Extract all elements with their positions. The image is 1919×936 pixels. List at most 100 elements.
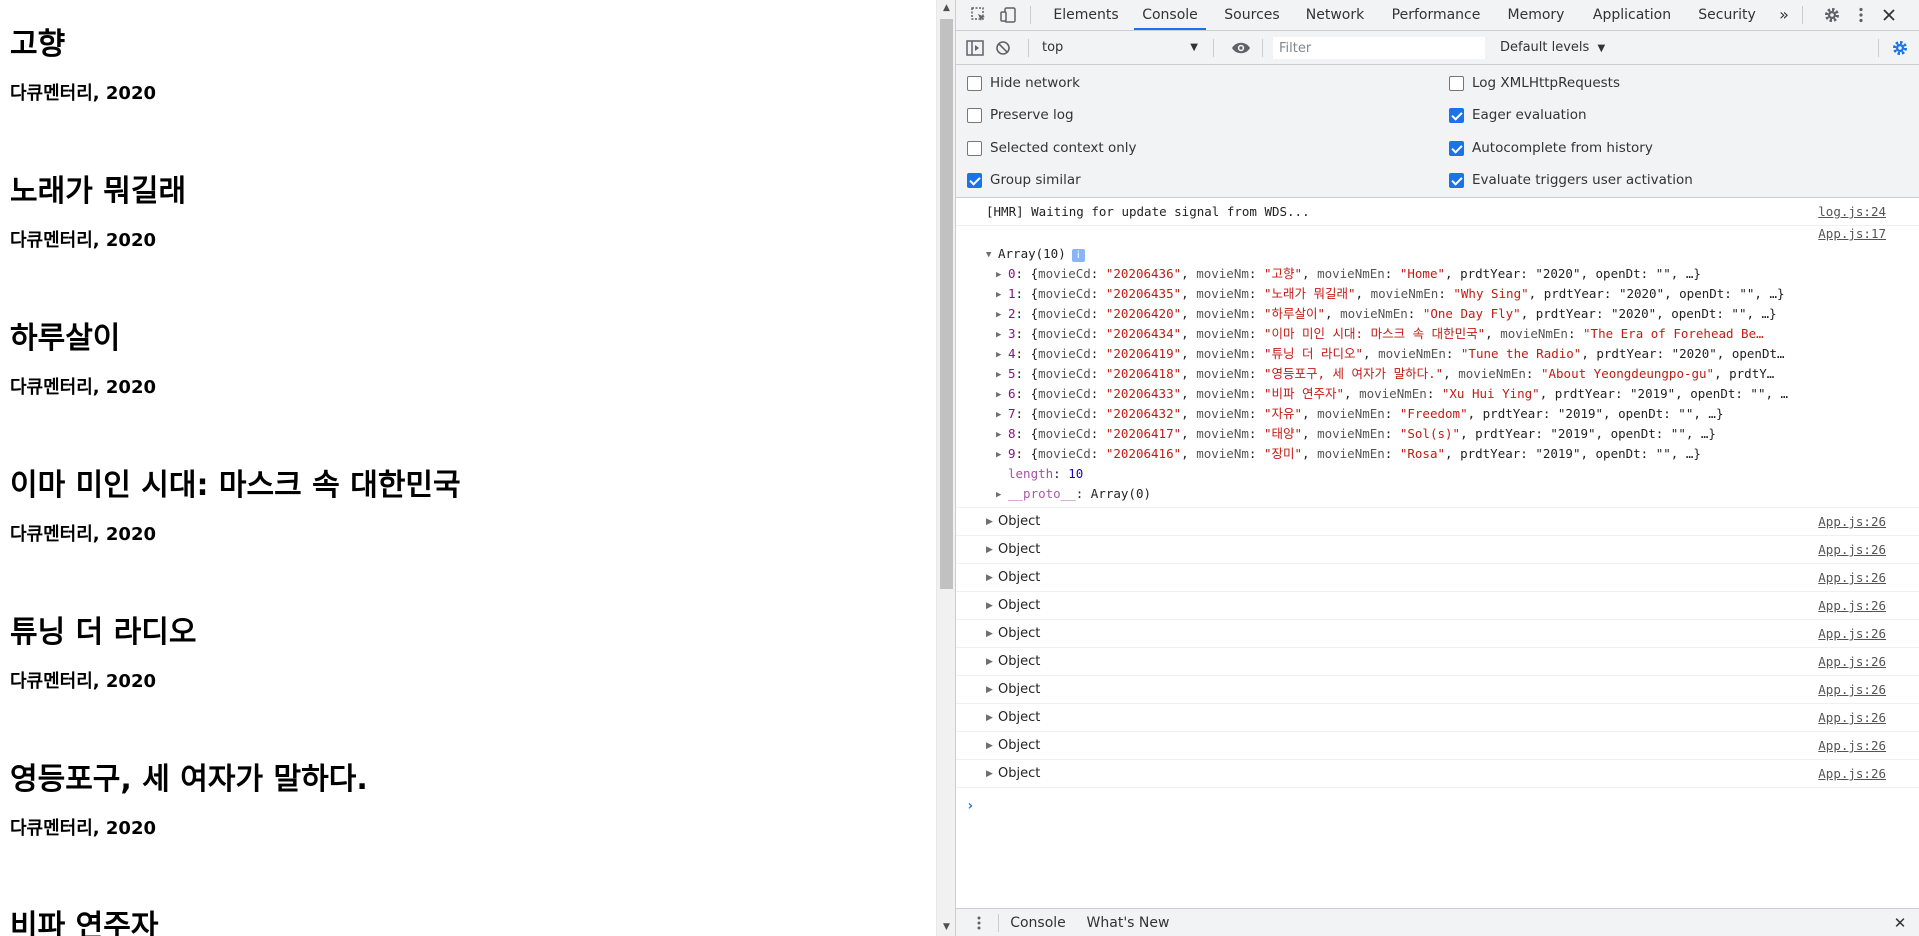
array-row[interactable]: ▶ 8: {movieCd: "20206417", movieNm: "태양",… <box>996 424 1896 444</box>
collapsed-triangle-icon[interactable]: ▶ <box>996 425 1008 444</box>
array-row[interactable]: ▶ 5: {movieCd: "20206418", movieNm: "영등포구… <box>996 364 1896 384</box>
collapsed-triangle-icon[interactable]: ▶ <box>996 305 1008 324</box>
collapsed-triangle-icon[interactable]: ▶ <box>996 325 1008 344</box>
checkbox-box-checked[interactable] <box>1449 107 1464 123</box>
eager-evaluation-checkbox[interactable]: Eager evaluation <box>1449 105 1587 125</box>
context-select[interactable]: top ▼ <box>1042 36 1204 60</box>
source-link[interactable]: App.js:26 <box>1818 570 1886 585</box>
checkbox-box-checked[interactable] <box>1449 140 1464 156</box>
collapsed-triangle-icon[interactable]: ▶ <box>996 385 1008 404</box>
collapsed-triangle-icon[interactable]: ▶ <box>986 713 998 723</box>
console-message-object[interactable]: ▶ Object App.js:26 <box>956 676 1919 704</box>
close-drawer-icon[interactable]: ✕ <box>1890 909 1910 936</box>
scrollbar-thumb[interactable] <box>940 19 953 589</box>
scroll-down-icon[interactable]: ▼ <box>937 919 956 936</box>
checkbox-box[interactable] <box>967 107 982 123</box>
collapsed-triangle-icon[interactable]: ▶ <box>996 265 1008 284</box>
tab-memory[interactable]: Memory <box>1500 0 1572 30</box>
source-link[interactable]: App.js:26 <box>1818 598 1886 613</box>
selected-context-only-checkbox[interactable]: Selected context only <box>967 138 1137 158</box>
checkbox-box[interactable] <box>967 140 982 156</box>
drawer-tab-whats-new[interactable]: What's New <box>1082 909 1174 936</box>
tab-performance[interactable]: Performance <box>1384 0 1488 30</box>
collapsed-triangle-icon[interactable]: ▶ <box>996 485 1008 504</box>
checkbox-box[interactable] <box>1449 75 1464 91</box>
console-prompt[interactable]: › <box>966 798 974 814</box>
tab-application[interactable]: Application <box>1584 0 1680 30</box>
source-link[interactable]: App.js:26 <box>1818 626 1886 641</box>
live-expression-eye-icon[interactable] <box>1228 35 1254 61</box>
collapsed-triangle-icon[interactable]: ▶ <box>986 545 998 555</box>
source-link[interactable]: log.js:24 <box>1818 204 1886 219</box>
filter-input[interactable] <box>1273 37 1485 59</box>
collapsed-triangle-icon[interactable]: ▶ <box>986 657 998 667</box>
array-row[interactable]: ▶ 1: {movieCd: "20206435", movieNm: "노래가 … <box>996 284 1896 304</box>
preserve-log-checkbox[interactable]: Preserve log <box>967 105 1074 125</box>
console-message-object[interactable]: ▶ Object App.js:26 <box>956 592 1919 620</box>
array-header[interactable]: ▼ Array(10) i <box>986 244 1085 264</box>
log-levels-dropdown[interactable]: Default levels ▼ <box>1500 36 1640 60</box>
array-row[interactable]: ▶ 3: {movieCd: "20206434", movieNm: "이마 미… <box>996 324 1896 344</box>
info-icon[interactable]: i <box>1071 249 1085 262</box>
tab-network[interactable]: Network <box>1298 0 1372 30</box>
source-link[interactable]: App.js:26 <box>1818 682 1886 697</box>
tab-elements[interactable]: Elements <box>1048 0 1124 30</box>
console-message-object[interactable]: ▶ Object App.js:26 <box>956 704 1919 732</box>
more-tabs-icon[interactable]: » <box>1774 0 1794 30</box>
autocomplete-from-history-checkbox[interactable]: Autocomplete from history <box>1449 138 1653 158</box>
source-link[interactable]: App.js:26 <box>1818 654 1886 669</box>
console-message-object[interactable]: ▶ Object App.js:26 <box>956 620 1919 648</box>
group-similar-checkbox[interactable]: Group similar <box>967 170 1081 190</box>
log-xmlhttprequests-checkbox[interactable]: Log XMLHttpRequests <box>1449 73 1620 93</box>
close-devtools-icon[interactable] <box>1876 2 1902 28</box>
settings-gear-icon[interactable] <box>1819 2 1845 28</box>
collapsed-triangle-icon[interactable]: ▶ <box>996 285 1008 304</box>
page-scrollbar[interactable]: ▲ ▼ <box>936 0 955 936</box>
collapsed-triangle-icon[interactable]: ▶ <box>996 365 1008 384</box>
array-row[interactable]: ▶ 2: {movieCd: "20206420", movieNm: "하루살이… <box>996 304 1896 324</box>
console-message-object[interactable]: ▶ Object App.js:26 <box>956 732 1919 760</box>
source-link[interactable]: App.js:17 <box>1818 226 1886 241</box>
source-link[interactable]: App.js:26 <box>1818 710 1886 725</box>
scroll-up-icon[interactable]: ▲ <box>937 0 956 17</box>
console-message-object[interactable]: ▶ Object App.js:26 <box>956 508 1919 536</box>
device-toolbar-icon[interactable] <box>996 2 1022 28</box>
collapsed-triangle-icon[interactable]: ▶ <box>986 685 998 695</box>
collapsed-triangle-icon[interactable]: ▶ <box>996 405 1008 424</box>
drawer-tab-console[interactable]: Console <box>1002 909 1074 936</box>
inspect-element-icon[interactable] <box>966 2 992 28</box>
expanded-triangle-icon[interactable]: ▼ <box>986 245 998 265</box>
array-row[interactable]: ▶ 4: {movieCd: "20206419", movieNm: "튜닝 더… <box>996 344 1896 364</box>
array-row[interactable]: ▶ 0: {movieCd: "20206436", movieNm: "고향",… <box>996 264 1896 284</box>
collapsed-triangle-icon[interactable]: ▶ <box>996 445 1008 464</box>
console-message-object[interactable]: ▶ Object App.js:26 <box>956 760 1919 788</box>
clear-console-icon[interactable] <box>990 35 1016 61</box>
source-link[interactable]: App.js:26 <box>1818 514 1886 529</box>
collapsed-triangle-icon[interactable]: ▶ <box>986 741 998 751</box>
array-row[interactable]: ▶ 7: {movieCd: "20206432", movieNm: "자유",… <box>996 404 1896 424</box>
source-link[interactable]: App.js:26 <box>1818 766 1886 781</box>
console-message-object[interactable]: ▶ Object App.js:26 <box>956 564 1919 592</box>
movie-page[interactable]: 고향 다큐멘터리, 2020 노래가 뭐길래 다큐멘터리, 2020 하루살이 … <box>0 0 936 936</box>
tab-security[interactable]: Security <box>1692 0 1762 30</box>
tab-console[interactable]: Console <box>1134 0 1206 30</box>
source-link[interactable]: App.js:26 <box>1818 738 1886 753</box>
console-messages[interactable]: [HMR] Waiting for update signal from WDS… <box>956 198 1919 908</box>
show-sidebar-icon[interactable] <box>962 35 988 61</box>
hide-network-checkbox[interactable]: Hide network <box>967 73 1080 93</box>
collapsed-triangle-icon[interactable]: ▶ <box>986 769 998 779</box>
source-link[interactable]: App.js:26 <box>1818 542 1886 557</box>
collapsed-triangle-icon[interactable]: ▶ <box>986 629 998 639</box>
checkbox-box[interactable] <box>967 75 982 91</box>
checkbox-box-checked[interactable] <box>1449 172 1464 188</box>
console-message-object[interactable]: ▶ Object App.js:26 <box>956 648 1919 676</box>
checkbox-box-checked[interactable] <box>967 172 982 188</box>
array-row[interactable]: ▶ 6: {movieCd: "20206433", movieNm: "비파 연… <box>996 384 1896 404</box>
console-message-object[interactable]: ▶ Object App.js:26 <box>956 536 1919 564</box>
evaluate-triggers-user-activation-checkbox[interactable]: Evaluate triggers user activation <box>1449 170 1693 190</box>
tab-sources[interactable]: Sources <box>1218 0 1286 30</box>
collapsed-triangle-icon[interactable]: ▶ <box>996 345 1008 364</box>
collapsed-triangle-icon[interactable]: ▶ <box>986 517 998 527</box>
collapsed-triangle-icon[interactable]: ▶ <box>986 573 998 583</box>
collapsed-triangle-icon[interactable]: ▶ <box>986 601 998 611</box>
